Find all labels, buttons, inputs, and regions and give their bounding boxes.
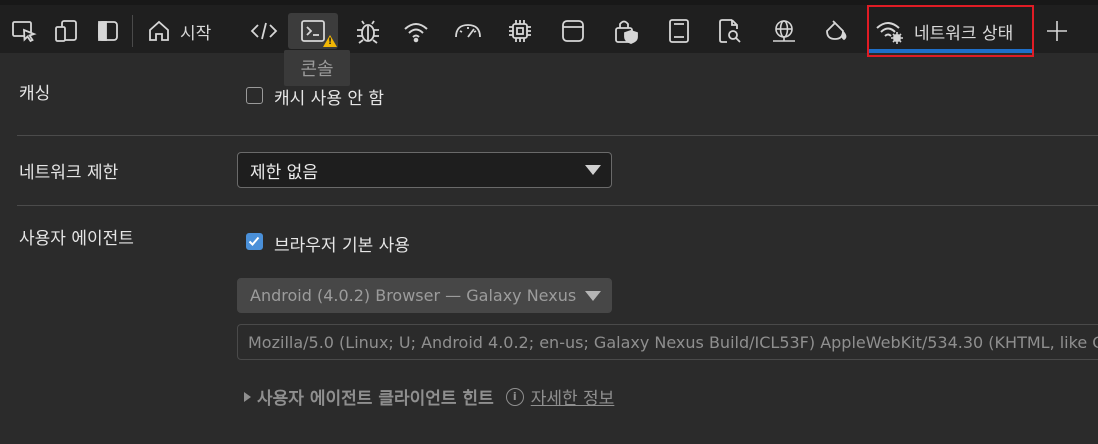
issues-icon[interactable] xyxy=(712,13,746,49)
plus-icon[interactable] xyxy=(1042,13,1072,49)
info-icon: i xyxy=(505,387,524,406)
inspect-icon[interactable] xyxy=(8,13,40,49)
disable-cache-label: 캐시 사용 안 함 xyxy=(274,89,385,109)
use-browser-default-label: 브라우저 기본 사용 xyxy=(274,236,410,256)
home-icon xyxy=(149,20,169,41)
user-agent-string-field: Mozilla/5.0 (Linux; U; Android 4.0.2; en… xyxy=(237,324,1098,360)
network-throttling-value: 제한 없음 xyxy=(250,162,318,183)
console-tooltip: 콘솔 xyxy=(284,50,350,86)
network-icon[interactable] xyxy=(398,13,434,49)
application-icon[interactable] xyxy=(556,13,590,49)
tab-welcome[interactable]: 시작 xyxy=(146,13,228,49)
tab-welcome-label: 시작 xyxy=(180,23,212,44)
chevron-down-icon xyxy=(585,290,601,301)
rendering-icon[interactable] xyxy=(818,13,854,49)
device-emulation-icon[interactable] xyxy=(50,13,82,49)
section-divider xyxy=(17,205,1098,206)
performance-icon[interactable] xyxy=(448,13,488,49)
expand-triangle-icon xyxy=(244,391,251,402)
network-throttling-select[interactable]: 제한 없음 xyxy=(237,152,612,188)
memory-icon[interactable] xyxy=(502,13,538,49)
warning-icon-mark: ! xyxy=(328,37,333,47)
sources-icon[interactable] xyxy=(350,13,386,49)
user-agent-label: 사용자 에이전트 xyxy=(19,229,134,249)
learn-more-link: 자세한 정보 xyxy=(530,389,615,409)
elements-icon[interactable] xyxy=(246,13,282,49)
chevron-down-icon xyxy=(585,165,601,175)
client-hints-row: 사용자 에이전트 클라이언트 힌트 i 자세한 정보 xyxy=(244,384,614,409)
active-tab-outline xyxy=(867,5,1034,57)
security-icon[interactable] xyxy=(608,13,644,49)
network-throttling-label: 네트워크 제한 xyxy=(19,163,119,183)
device-ua-select: Android (4.0.2) Browser — Galaxy Nexus xyxy=(237,278,612,313)
caching-label: 캐싱 xyxy=(19,84,51,104)
toolbar-separator xyxy=(132,15,133,47)
use-browser-default-checkbox[interactable] xyxy=(246,233,263,250)
section-divider xyxy=(17,135,1098,136)
network-conditions-panel: 시작 ! 네트워크 상태 콘솔 캐싱 캐시 사용 안 함 네트워크 제한 제한 … xyxy=(0,0,1098,444)
device-ua-value: Android (4.0.2) Browser — Galaxy Nexus xyxy=(250,286,577,305)
disable-cache-checkbox[interactable] xyxy=(246,87,263,104)
checkmark-icon xyxy=(248,236,260,246)
user-agent-string: Mozilla/5.0 (Linux; U; Android 4.0.2; en… xyxy=(248,332,1098,352)
client-hints-toggle: 사용자 에이전트 클라이언트 힌트 xyxy=(257,389,494,409)
toggle-sidebar-icon[interactable] xyxy=(92,13,124,49)
network-console-icon[interactable] xyxy=(766,13,802,49)
lighthouse-icon[interactable] xyxy=(662,13,696,49)
